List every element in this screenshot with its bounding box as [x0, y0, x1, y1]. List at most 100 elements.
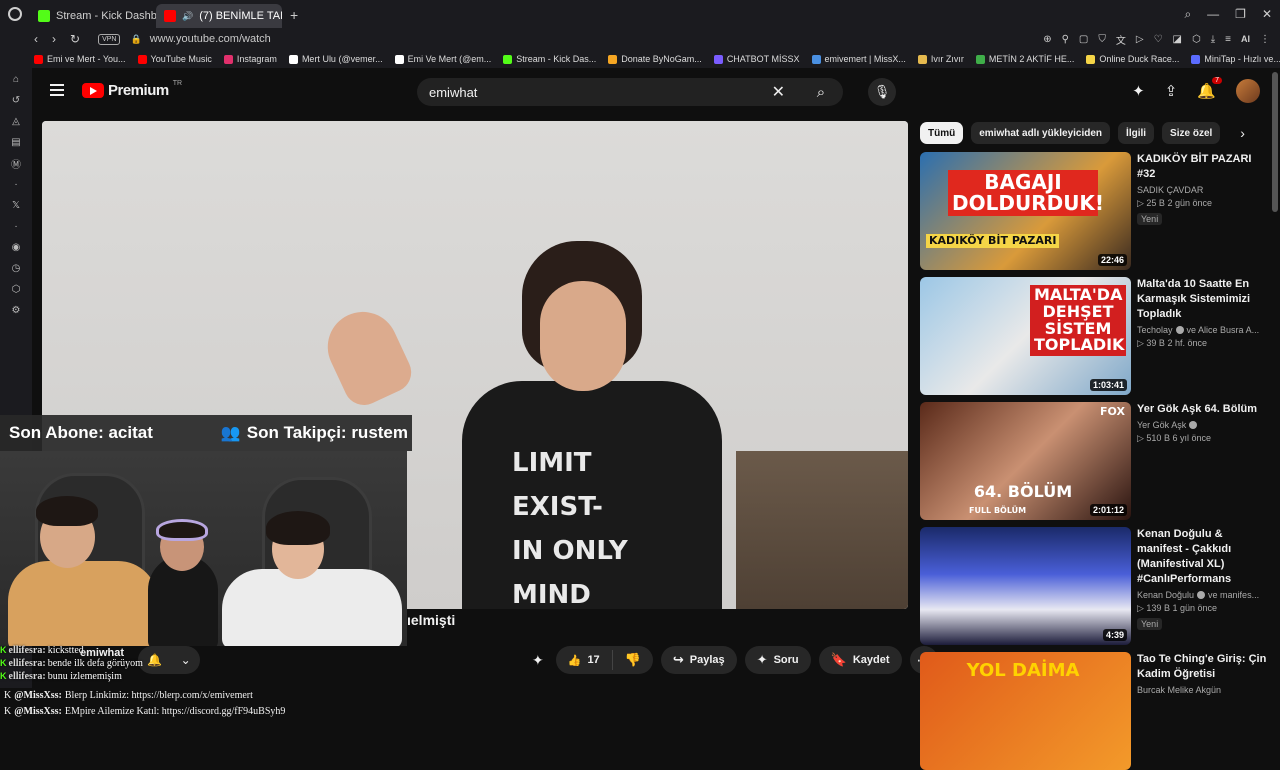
wallet-icon[interactable]: ◪ [1173, 34, 1182, 45]
dislike-button[interactable]: 👎 [613, 652, 653, 668]
search-icon[interactable]: ⌕ [799, 78, 843, 106]
bookmark-item[interactable]: MiniTap - Hızlı ve... [1191, 54, 1280, 64]
bookmark-item[interactable]: CHATBOT MİSSX [713, 54, 800, 64]
share-button[interactable]: ↪ Paylaş [660, 646, 737, 674]
history-icon[interactable]: ↺ [9, 93, 23, 107]
back-button[interactable]: ‹ [34, 32, 38, 46]
bookmark-item[interactable]: Mert Ulu (@vemer... [288, 54, 383, 64]
pin-icon[interactable]: ⚲ [1062, 34, 1069, 45]
close-window-button[interactable]: ✕ [1262, 7, 1272, 21]
channel-name[interactable]: Yer Gök Aşk [1137, 420, 1270, 430]
hype-icon[interactable]: ✦ [1132, 82, 1145, 100]
zoom-icon[interactable]: ⊕ [1043, 34, 1051, 45]
ai-button[interactable]: AI [1241, 34, 1250, 44]
channel-name[interactable]: SADIK ÇAVDAR [1137, 185, 1270, 195]
filter-chip[interactable]: İlgili [1118, 122, 1155, 144]
menu-dots-icon[interactable]: ⋮ [1260, 34, 1270, 45]
video-title[interactable]: KADIKÖY BİT PAZARI #32 [1137, 152, 1270, 182]
video-thumbnail[interactable]: BAGAJI DOLDURDUK! KADIKÖY BİT PAZARI 22:46 [920, 152, 1131, 270]
opera-logo-icon [8, 7, 22, 21]
search-box[interactable]: emiwhat ✕ ⌕ [417, 78, 843, 106]
channel-name[interactable]: Techolay ve Alice Busra A... [1137, 325, 1270, 335]
filter-chip[interactable]: Size özel [1162, 122, 1221, 144]
url-field[interactable]: www.youtube.com/watch [150, 33, 271, 45]
bookmark-item[interactable]: Stream - Kick Das... [503, 54, 596, 64]
clear-search-icon[interactable]: ✕ [772, 82, 785, 102]
forward-button[interactable]: › [52, 32, 56, 46]
bookmark-item[interactable]: Emi Ve Mert (@em... [394, 54, 491, 64]
shield-icon[interactable]: ⛉ [1098, 34, 1106, 45]
easy-setup-icon[interactable]: ≡ [1225, 34, 1231, 45]
video-title[interactable]: Kenan Doğulu & manifest - Çakkıdı (Manif… [1137, 527, 1270, 587]
like-button[interactable]: 👍 17 [556, 650, 613, 670]
voice-search-icon[interactable]: 🎙 [868, 78, 896, 106]
video-title[interactable]: Yer Gök Aşk 64. Bölüm [1137, 402, 1270, 417]
browser-menu-button[interactable] [0, 0, 30, 28]
video-thumbnail[interactable]: 4:39 [920, 527, 1131, 645]
aria-icon[interactable]: ◬ [9, 114, 23, 128]
notifications-bell-icon[interactable]: 🔔 7 [1197, 77, 1222, 100]
maximize-button[interactable]: ❐ [1235, 7, 1246, 21]
video-duration: 22:46 [1097, 254, 1127, 266]
bookmark-item[interactable]: Donate ByNoGam... [608, 54, 702, 64]
filter-chip[interactable]: Tümü [920, 122, 964, 144]
bookmark-item[interactable]: Ivır Zıvır [917, 54, 964, 64]
snapshot-icon[interactable]: ▢ [1079, 34, 1088, 45]
bookmark-item[interactable]: YouTube Music [137, 54, 212, 64]
chevron-right-icon[interactable]: › [1240, 125, 1245, 141]
bookmark-favicon-icon [394, 54, 404, 64]
home-icon[interactable]: ⌂ [9, 72, 23, 86]
upload-icon[interactable]: ⇪ [1165, 82, 1178, 100]
x-twitter-icon[interactable]: 𝕏 [9, 198, 23, 212]
recommended-video[interactable]: 64. BÖLÜM FULL BÖLÜM FOX 2:01:12 Yer Gök Aşk… [920, 402, 1270, 520]
bookmark-item[interactable]: METİN 2 AKTİF HE... [975, 54, 1074, 64]
avatar[interactable] [1236, 79, 1260, 103]
bookmark-item[interactable]: emivemert | MissX... [811, 54, 906, 64]
translate-icon[interactable]: 文 [1116, 32, 1126, 47]
share-label: Paylaş [689, 654, 725, 666]
messenger-icon[interactable]: Ⓜ [9, 156, 23, 171]
channel-name[interactable]: Kenan Doğulu ve manifes... [1137, 590, 1270, 600]
recommended-video[interactable]: BAGAJI DOLDURDUK! KADIKÖY BİT PAZARI 22:46… [920, 152, 1270, 270]
bookmark-item[interactable]: Online Duck Race... [1086, 54, 1179, 64]
tab-youtube-video[interactable]: 🔊 (7) BENİMLE TANIŞIN | [156, 4, 282, 28]
bookmark-item[interactable]: Instagram [223, 54, 277, 64]
search-input[interactable]: emiwhat [429, 85, 772, 100]
clock-icon[interactable]: ◷ [9, 261, 23, 275]
lock-icon[interactable]: 🔒 [130, 34, 141, 45]
player-icon[interactable]: ◉ [9, 240, 23, 254]
save-button[interactable]: 🔖 Kaydet [818, 646, 902, 674]
extensions-icon[interactable]: ⬡ [1192, 34, 1201, 45]
reload-button[interactable]: ↻ [70, 32, 80, 46]
video-thumbnail[interactable]: 64. BÖLÜM FULL BÖLÜM FOX 2:01:12 [920, 402, 1131, 520]
video-info: Kenan Doğulu & manifest - Çakkıdı (Manif… [1137, 527, 1270, 632]
video-thumbnail[interactable]: YOL DAİMA [920, 652, 1131, 770]
video-title[interactable]: Malta'da 10 Saatte En Karmaşık Sistemimi… [1137, 277, 1270, 322]
filter-chip[interactable]: emiwhat adlı yükleyiciden [971, 122, 1111, 144]
heart-icon[interactable]: ♡ [1154, 34, 1163, 45]
bookmark-item[interactable]: Emi ve Mert - You... [34, 54, 126, 64]
download-icon[interactable]: ⤓ [1211, 34, 1215, 45]
hype-button[interactable]: ✦ [528, 652, 548, 669]
vpn-badge[interactable]: VPN [98, 33, 121, 45]
channel-extra: ve manifes... [1208, 590, 1260, 600]
bookmark-label: Emi ve Mert - You... [47, 54, 126, 64]
page-scrollbar[interactable] [1272, 72, 1278, 712]
ask-button[interactable]: ✦ Soru [744, 646, 811, 674]
minimize-button[interactable]: — [1207, 7, 1219, 21]
video-title[interactable]: Tao Te Ching'e Giriş: Çin Kadim Öğretisi [1137, 652, 1270, 682]
recommended-video[interactable]: 4:39 Kenan Doğulu & manifest - Çakkıdı (M… [920, 527, 1270, 645]
video-thumbnail[interactable]: MALTA'DA DEHŞET SİSTEM TOPLADIK 1:03:41 [920, 277, 1131, 395]
hamburger-menu-icon[interactable] [50, 84, 64, 96]
youtube-premium-logo[interactable]: Premium TR [82, 80, 182, 99]
new-tab-button[interactable]: + [282, 7, 306, 23]
recommended-video[interactable]: YOL DAİMA Tao Te Ching'e Giriş: Çin Kadim… [920, 652, 1270, 770]
tab-kick-dashboard[interactable]: Stream - Kick Dashboard [30, 4, 156, 28]
workspace-icon[interactable]: ▤ [9, 135, 23, 149]
channel-name[interactable]: Burcak Melike Akgün [1137, 685, 1270, 695]
player-icon[interactable]: ▷ [1136, 34, 1144, 45]
recommended-video[interactable]: MALTA'DA DEHŞET SİSTEM TOPLADIK 1:03:41 Ma… [920, 277, 1270, 395]
settings-gear-icon[interactable]: ⚙ [9, 303, 23, 317]
extensions-icon[interactable]: ⬡ [9, 282, 23, 296]
search-tabs-icon[interactable]: ⌕ [1184, 7, 1191, 22]
